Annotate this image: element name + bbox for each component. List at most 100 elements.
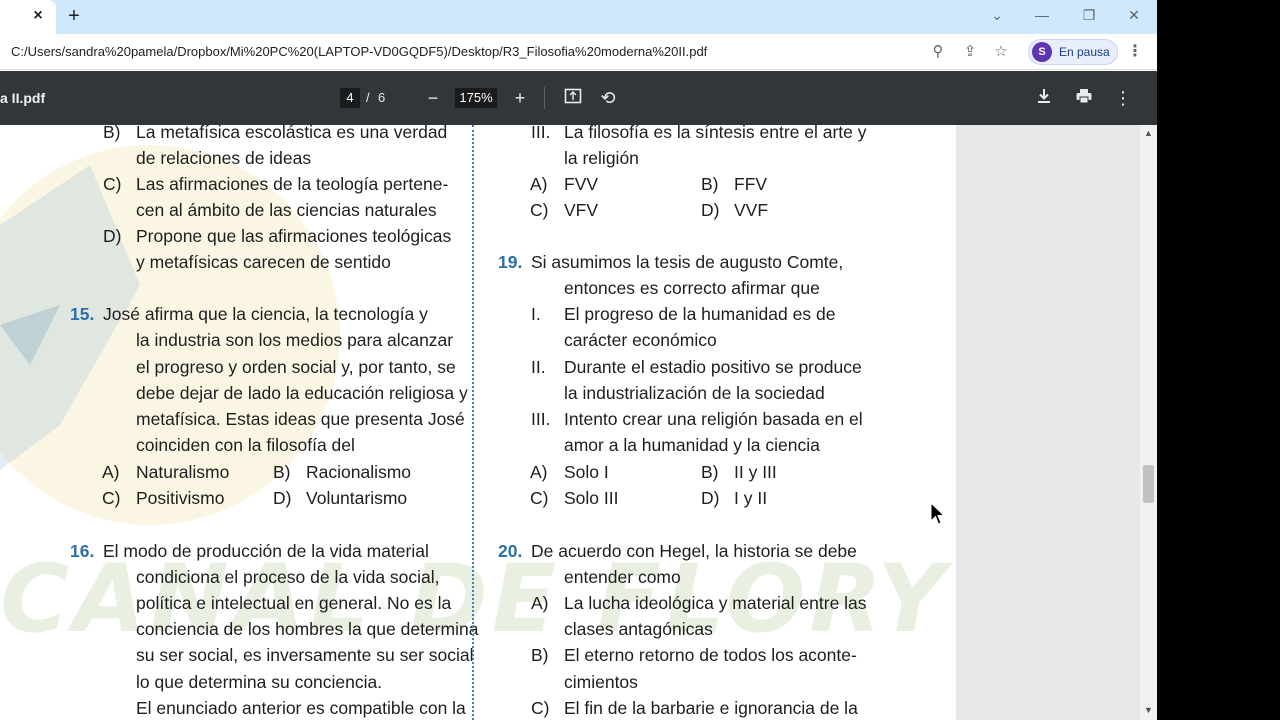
item-marker: B): [531, 645, 549, 665]
scroll-thumb[interactable]: [1143, 465, 1154, 503]
scroll-down-arrow-icon[interactable]: ▼: [1143, 705, 1154, 716]
page-separator: /: [366, 90, 370, 105]
line-text: El enunciado anterior es compatible con …: [136, 698, 466, 718]
browser-menu-icon[interactable]: ⋮: [1126, 42, 1144, 62]
item-marker: B): [103, 125, 121, 142]
question-number: 15.: [70, 304, 95, 324]
option-text: Naturalismo: [136, 462, 230, 482]
item-marker: C): [103, 174, 122, 194]
line-text: coinciden con la filosofía del: [136, 435, 355, 455]
question-number: 20.: [498, 541, 523, 561]
item-marker: D): [103, 226, 122, 246]
url-field[interactable]: C:/Users/sandra%20pamela/Dropbox/Mi%20PC…: [11, 44, 707, 59]
pdf-toolbar: a II.pdf 4 / 6 − 175% + ⟲ ⋮: [0, 71, 1157, 125]
option-text: VVF: [734, 200, 769, 220]
option-letter: B): [701, 174, 719, 194]
pdf-title: a II.pdf: [0, 90, 46, 106]
pdf-viewer: CANAL DE FLORY MATHS B)La metafísica esc…: [0, 125, 1157, 720]
page-total: 6: [378, 90, 386, 105]
restore-icon[interactable]: ❐: [1077, 5, 1101, 25]
option-letter: A): [530, 462, 548, 482]
option-letter: C): [530, 488, 549, 508]
question-text: El modo de producción de la vida materia…: [103, 541, 429, 561]
line-text: condiciona el proceso de la vida social,: [136, 567, 440, 587]
line-text: entender como: [564, 567, 681, 587]
line-text: Las afirmaciones de la teología pertene-: [136, 174, 449, 194]
line-text: la industria son los medios para alcanza…: [136, 330, 454, 350]
chevron-down-icon[interactable]: ⌄: [985, 5, 1009, 25]
option-text: Voluntarismo: [306, 488, 408, 508]
line-text: carácter económico: [564, 330, 717, 350]
option-letter: D): [701, 488, 720, 508]
outside-black-area: [1157, 0, 1280, 720]
line-text: conciencia de los hombres la que determi…: [136, 619, 479, 639]
fit-page-icon[interactable]: [562, 87, 584, 109]
more-options-icon[interactable]: ⋮: [1112, 87, 1134, 109]
new-tab-button[interactable]: +: [64, 6, 84, 26]
option-letter: B): [273, 462, 291, 482]
zoom-icon[interactable]: ⚲: [928, 42, 948, 62]
zoom-input[interactable]: 175%: [455, 88, 497, 108]
vertical-scrollbar[interactable]: ▲ ▼: [1140, 125, 1157, 720]
mouse-cursor-icon: [930, 502, 946, 525]
share-icon[interactable]: ⇪: [960, 42, 980, 62]
pdf-page: CANAL DE FLORY MATHS B)La metafísica esc…: [0, 125, 956, 720]
line-text: amor a la humanidad y la ciencia: [564, 435, 820, 455]
option-text: I y II: [734, 488, 768, 508]
line-text: Intento crear una religión basada en el: [564, 409, 863, 429]
line-text: El progreso de la humanidad es de: [564, 304, 836, 324]
scroll-up-arrow-icon[interactable]: ▲: [1143, 128, 1154, 139]
rotate-icon[interactable]: ⟲: [597, 87, 619, 109]
line-text: su ser social, es inversamente su ser so…: [136, 645, 474, 665]
tab-strip: × + ⌄ — ❐ ✕: [0, 0, 1157, 34]
tab-close-icon[interactable]: ×: [30, 8, 46, 24]
option-text: Solo III: [564, 488, 619, 508]
item-marker: III.: [531, 409, 551, 429]
line-text: El eterno retorno de todos los aconte-: [564, 645, 857, 665]
option-text: Solo I: [564, 462, 609, 482]
profile-button[interactable]: S En pausa: [1028, 39, 1118, 65]
option-text: FVV: [564, 174, 599, 194]
bookmark-star-icon[interactable]: ☆: [991, 42, 1011, 62]
question-text: De acuerdo con Hegel, la historia se deb…: [531, 541, 857, 561]
item-marker: C): [531, 698, 550, 718]
left-column: B) La metafísica escolástica es una verda…: [70, 125, 478, 720]
avatar: S: [1032, 42, 1052, 62]
option-letter: D): [701, 200, 720, 220]
minimize-icon[interactable]: —: [1030, 5, 1054, 25]
viewer-background: [956, 125, 1157, 720]
profile-status-label: En pausa: [1059, 45, 1110, 59]
line-text: la industrialización de la sociedad: [564, 383, 825, 403]
line-text: cimientos: [564, 672, 638, 692]
zoom-in-icon[interactable]: +: [509, 87, 531, 109]
question-number: 16.: [70, 541, 95, 561]
toolbar-divider: [544, 87, 545, 109]
line-text: y metafísicas carecen de sentido: [136, 252, 391, 272]
line-text: La metafísica escolástica es una verdad: [136, 125, 448, 142]
line-text: de relaciones de ideas: [136, 148, 312, 168]
line-text: metafísica. Estas ideas que presenta Jos…: [136, 409, 465, 429]
active-tab[interactable]: ×: [0, 0, 56, 34]
line-text: El fin de la barbarie e ignorancia de la: [564, 698, 858, 718]
line-text: política e intelectual en general. No es…: [136, 593, 452, 613]
line-text: La filosofía es la síntesis entre el art…: [564, 125, 867, 142]
zoom-out-icon[interactable]: −: [422, 87, 444, 109]
address-bar: C:/Users/sandra%20pamela/Dropbox/Mi%20PC…: [0, 34, 1157, 70]
option-letter: B): [701, 462, 719, 482]
close-icon[interactable]: ✕: [1122, 5, 1146, 25]
download-icon[interactable]: [1033, 87, 1055, 109]
option-letter: D): [273, 488, 292, 508]
page-number-input[interactable]: 4: [340, 88, 360, 108]
item-marker: I.: [531, 304, 541, 324]
line-text: la religión: [564, 148, 639, 168]
question-text: Si asumimos la tesis de augusto Comte,: [531, 252, 844, 272]
right-column: III. La filosofía es la síntesis entre el…: [498, 125, 878, 720]
option-letter: C): [102, 488, 121, 508]
item-marker: A): [531, 593, 549, 613]
option-text: II y III: [734, 462, 777, 482]
question-number: 19.: [498, 252, 523, 272]
print-icon[interactable]: [1073, 87, 1095, 109]
option-text: FFV: [734, 174, 768, 194]
column-divider: [472, 125, 474, 720]
line-text: Durante el estadio positivo se produce: [564, 357, 862, 377]
